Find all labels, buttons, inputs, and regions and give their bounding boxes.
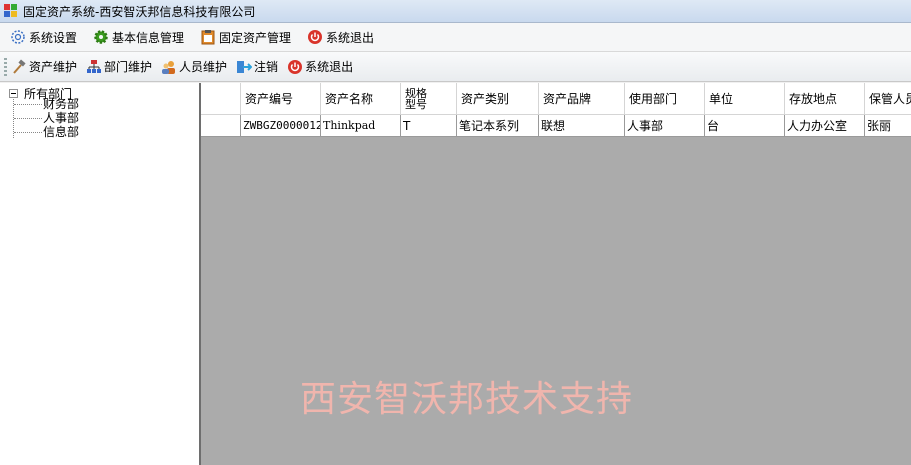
menu-exit[interactable]: 系统退出: [307, 26, 374, 48]
staff-maintenance-button[interactable]: 人员维护: [161, 56, 227, 78]
cell-location[interactable]: 人力办公室: [785, 115, 865, 137]
row-header[interactable]: [201, 115, 241, 137]
hammer-icon: [11, 59, 27, 75]
menu-basic-info[interactable]: 基本信息管理: [93, 26, 184, 48]
menu-label: 固定资产管理: [219, 30, 292, 45]
menu-system-settings[interactable]: 系统设置: [10, 26, 77, 48]
column-header[interactable]: 资产编号: [241, 83, 321, 115]
toolbar-label: 人员维护: [179, 60, 228, 74]
tree-connector: [14, 132, 42, 133]
toolbar: 资产维护 部门维护 人员维护 注销 系统退出: [0, 52, 911, 82]
column-header[interactable]: 保管人员: [865, 83, 911, 115]
green-gear-icon: [93, 29, 109, 45]
grid-header: 资产编号 资产名称 规格型号 资产类别 资产品牌 使用部门 单位 存放地点 保管…: [201, 83, 911, 115]
clipboard-icon: [200, 29, 216, 45]
cell-brand[interactable]: 联想: [539, 115, 625, 137]
toolbar-label: 部门维护: [104, 60, 153, 74]
column-header[interactable]: 资产名称: [321, 83, 401, 115]
department-maintenance-button[interactable]: 部门维护: [86, 56, 152, 78]
tree-connector: [14, 118, 42, 119]
logout-button[interactable]: 注销: [236, 56, 278, 78]
title-bar: 固定资产系统-西安智沃邦信息科技有限公司: [0, 0, 911, 23]
watermark-text: 西安智沃邦技术支持: [300, 379, 634, 420]
cell-asset-id[interactable]: ZWBGZ0000012: [241, 115, 321, 137]
tree-node-info[interactable]: 信息部: [43, 126, 79, 139]
column-header[interactable]: 资产品牌: [539, 83, 625, 115]
menu-bar: 系统设置 基本信息管理 固定资产管理 系统退出: [0, 23, 911, 52]
power-icon: [307, 29, 323, 45]
toolbar-label: 系统退出: [305, 60, 354, 74]
toolbar-exit-button[interactable]: 系统退出: [287, 56, 353, 78]
department-icon: [86, 59, 102, 75]
cell-spec-model[interactable]: T: [401, 115, 457, 137]
column-header[interactable]: 使用部门: [625, 83, 705, 115]
window-title: 固定资产系统-西安智沃邦信息科技有限公司: [23, 4, 256, 19]
cell-unit[interactable]: 台: [705, 115, 785, 137]
table-row[interactable]: ZWBGZ0000012 Thinkpad T 笔记本系列 联想 人事部 台 人…: [201, 115, 911, 137]
department-tree[interactable]: 所有部门 财务部 人事部 信息部: [0, 83, 201, 465]
tree-connector: [14, 104, 42, 105]
tree-node-finance[interactable]: 财务部: [43, 98, 79, 111]
users-icon: [161, 59, 177, 75]
cell-category[interactable]: 笔记本系列: [457, 115, 539, 137]
toolbar-label: 注销: [254, 60, 279, 74]
cell-department[interactable]: 人事部: [625, 115, 705, 137]
column-header[interactable]: 存放地点: [785, 83, 865, 115]
column-header[interactable]: 规格型号: [401, 83, 457, 115]
menu-asset-management[interactable]: 固定资产管理: [200, 26, 291, 48]
tree-node-hr[interactable]: 人事部: [43, 112, 79, 125]
cell-asset-name[interactable]: Thinkpad: [321, 115, 401, 137]
asset-maintenance-button[interactable]: 资产维护: [11, 56, 77, 78]
menu-label: 基本信息管理: [112, 30, 185, 45]
menu-label: 系统退出: [326, 30, 375, 45]
header-corner[interactable]: [201, 83, 241, 115]
column-header[interactable]: 单位: [705, 83, 785, 115]
app-icon: [4, 4, 18, 18]
toolbar-label: 资产维护: [29, 60, 78, 74]
toolbar-grip[interactable]: [4, 57, 7, 76]
menu-label: 系统设置: [29, 30, 78, 45]
column-header[interactable]: 资产类别: [457, 83, 539, 115]
power-icon: [287, 59, 303, 75]
cell-custodian[interactable]: 张丽: [865, 115, 911, 137]
gear-circle-icon: [10, 29, 26, 45]
collapse-icon[interactable]: [9, 89, 18, 98]
logout-icon: [236, 59, 253, 75]
